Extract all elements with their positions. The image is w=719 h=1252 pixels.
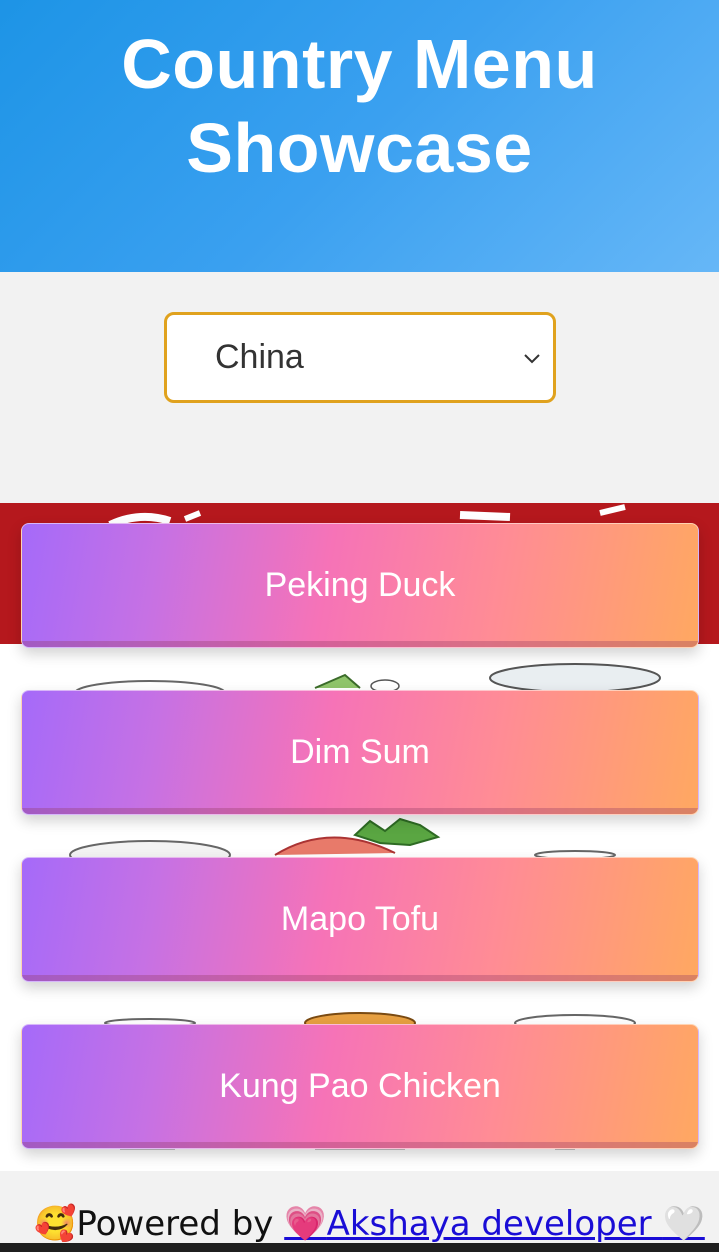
dish-button-label: Kung Pao Chicken: [219, 1067, 501, 1105]
smiling-hearts-emoji-icon: 🥰: [34, 1204, 77, 1244]
dish-button-peking-duck[interactable]: Peking Duck: [21, 523, 699, 648]
dish-button-mapo-tofu[interactable]: Mapo Tofu: [21, 857, 699, 982]
dish-button-label: Dim Sum: [290, 733, 430, 771]
white-heart-emoji-icon: 🤍: [662, 1204, 705, 1244]
dish-button-label: Peking Duck: [264, 566, 456, 604]
powered-by-text: Powered by: [76, 1204, 285, 1244]
powered-by-line: 🥰Powered by 💗Akshaya developer 🤍: [34, 1204, 705, 1244]
developer-link-text: Akshaya developer: [326, 1204, 663, 1244]
page-title: Country Menu Showcase: [121, 25, 598, 187]
dish-button-label: Mapo Tofu: [280, 900, 440, 938]
page-footer: 🥰Powered by 💗Akshaya developer 🤍: [0, 1171, 719, 1244]
country-select[interactable]: China: [164, 312, 556, 403]
dish-button-dim-sum[interactable]: Dim Sum: [21, 690, 699, 815]
chevron-down-icon: [524, 354, 540, 364]
system-navigation-bar: [0, 1243, 719, 1252]
page-header: Country Menu Showcase: [0, 0, 719, 272]
pink-heart-emoji-icon: 💗: [284, 1204, 327, 1244]
dish-button-kung-pao-chicken[interactable]: Kung Pao Chicken: [21, 1024, 699, 1149]
developer-link[interactable]: 💗Akshaya developer 🤍: [284, 1204, 705, 1244]
country-select-value: China: [215, 338, 304, 376]
